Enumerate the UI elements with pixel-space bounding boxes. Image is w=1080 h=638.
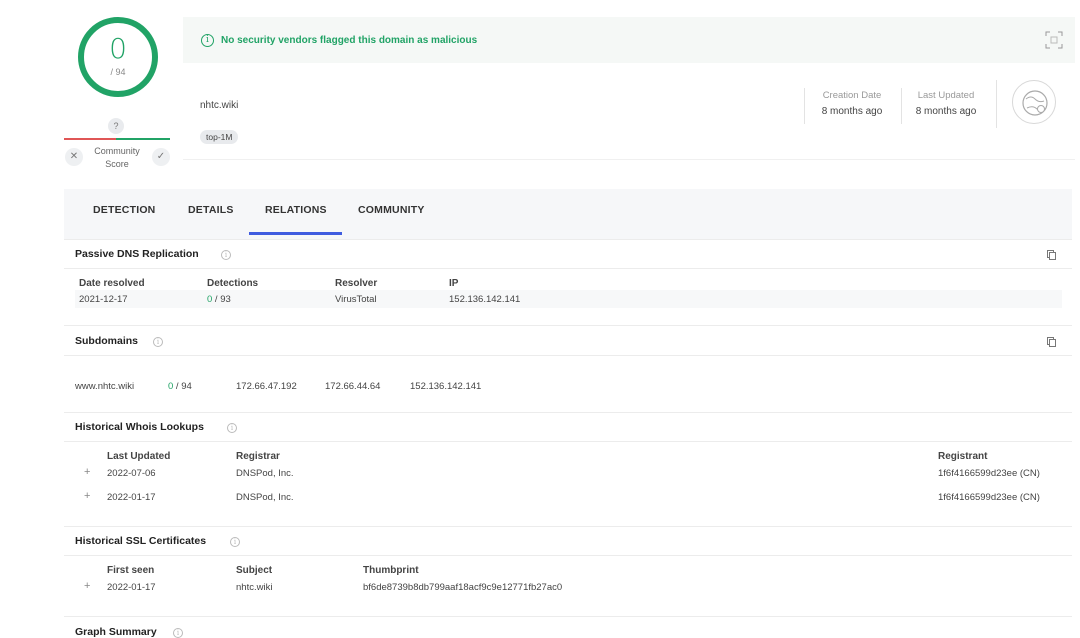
detection-count: 0 <box>109 32 127 65</box>
whois-date: 2022-01-17 <box>107 492 156 503</box>
tab-detection[interactable]: DETECTION <box>93 204 155 216</box>
detections-total: / 93 <box>212 294 231 305</box>
subdomain-detections: 0 / 94 <box>168 381 192 392</box>
expand-row-button[interactable]: + <box>84 580 90 592</box>
col-thumbprint: Thumbprint <box>363 565 419 576</box>
vote-harmless-button[interactable]: ✓ <box>152 148 170 166</box>
ssl-title: Historical SSL Certificates <box>75 535 207 547</box>
community-score-bar-positive <box>116 138 170 140</box>
tab-details[interactable]: DETAILS <box>188 204 234 216</box>
divider <box>64 355 1072 356</box>
info-icon[interactable]: i <box>227 423 237 433</box>
passive-dns-title: Passive DNS Replication <box>75 248 199 260</box>
whois-registrar: DNSPod, Inc. <box>236 468 294 479</box>
whois-date: 2022-07-06 <box>107 468 156 479</box>
col-last-updated: Last Updated <box>107 451 171 462</box>
active-tab-indicator <box>249 232 342 235</box>
ssl-first-seen: 2022-01-17 <box>107 582 156 593</box>
verdict-text: No security vendors flagged this domain … <box>221 35 478 46</box>
ssl-thumbprint: bf6de8739b8db799aaf18acf9c9e12771fb27ac0 <box>363 582 563 593</box>
divider <box>901 88 902 124</box>
vote-malicious-button[interactable]: ✕ <box>65 148 83 166</box>
info-icon[interactable]: i <box>173 628 183 638</box>
info-icon: i <box>201 34 214 47</box>
col-first-seen: First seen <box>107 565 155 576</box>
divider <box>64 555 1072 556</box>
subdomain-ip-link[interactable]: 172.66.47.192 <box>236 381 297 392</box>
tab-community[interactable]: COMMUNITY <box>358 204 425 216</box>
col-date-resolved: Date resolved <box>79 278 145 289</box>
community-score-unknown-badge: ? <box>108 118 124 134</box>
whois-title: Historical Whois Lookups <box>75 421 204 433</box>
divider <box>804 88 805 124</box>
copy-icon[interactable] <box>1047 337 1056 347</box>
domain-name: nhtc.wiki <box>200 100 239 111</box>
whois-registrant: 1f6f4166599d23ee (CN) <box>938 492 1040 503</box>
cell-detections: 0 / 93 <box>207 294 231 305</box>
subdomain-link[interactable]: www.nhtc.wiki <box>75 381 134 392</box>
divider <box>64 412 1072 413</box>
creation-date-value: 8 months ago <box>821 106 883 117</box>
last-updated-value: 8 months ago <box>915 106 977 117</box>
col-resolver: Resolver <box>335 278 378 289</box>
last-updated-label: Last Updated <box>917 90 975 101</box>
info-icon[interactable]: i <box>153 337 163 347</box>
community-score-label: Community Score <box>86 145 148 171</box>
cell-date: 2021-12-17 <box>79 294 128 305</box>
col-registrant: Registrant <box>938 451 988 462</box>
col-subject: Subject <box>236 565 273 576</box>
graph-summary-title: Graph Summary <box>75 626 157 638</box>
info-icon[interactable]: i <box>230 537 240 547</box>
community-label-line2: Score <box>105 159 129 169</box>
divider <box>64 526 1072 527</box>
divider <box>64 268 1072 269</box>
community-score-bar-negative <box>64 138 116 140</box>
detection-total: / 94 <box>110 67 126 77</box>
community-label-line1: Community <box>94 146 140 156</box>
subdomain-ip-link[interactable]: 152.136.142.141 <box>410 381 481 392</box>
copy-icon[interactable] <box>1047 250 1056 260</box>
domain-tag[interactable]: top-1M <box>200 130 239 144</box>
creation-date-label: Creation Date <box>822 90 882 101</box>
globe-icon <box>1012 80 1056 124</box>
subdomain-ip-link[interactable]: 172.66.44.64 <box>325 381 380 392</box>
expand-row-button[interactable]: + <box>84 466 90 478</box>
col-detections: Detections <box>207 278 259 289</box>
divider <box>64 441 1072 442</box>
tab-relations[interactable]: RELATIONS <box>265 204 327 216</box>
divider <box>996 80 997 128</box>
info-icon[interactable]: i <box>221 250 231 260</box>
divider <box>64 616 1072 617</box>
detections-total: / 94 <box>173 381 192 392</box>
whois-registrant: 1f6f4166599d23ee (CN) <box>938 468 1040 479</box>
col-ip: IP <box>449 278 459 289</box>
subdomains-title: Subdomains <box>75 335 139 347</box>
col-registrar: Registrar <box>236 451 280 462</box>
divider <box>64 239 1072 240</box>
cell-ip-link[interactable]: 152.136.142.141 <box>449 294 520 305</box>
whois-registrar: DNSPod, Inc. <box>236 492 294 503</box>
expand-row-button[interactable]: + <box>84 490 90 502</box>
ssl-subject: nhtc.wiki <box>236 582 273 593</box>
divider <box>64 325 1072 326</box>
expand-icon[interactable] <box>1045 31 1063 49</box>
cell-resolver: VirusTotal <box>335 294 377 305</box>
